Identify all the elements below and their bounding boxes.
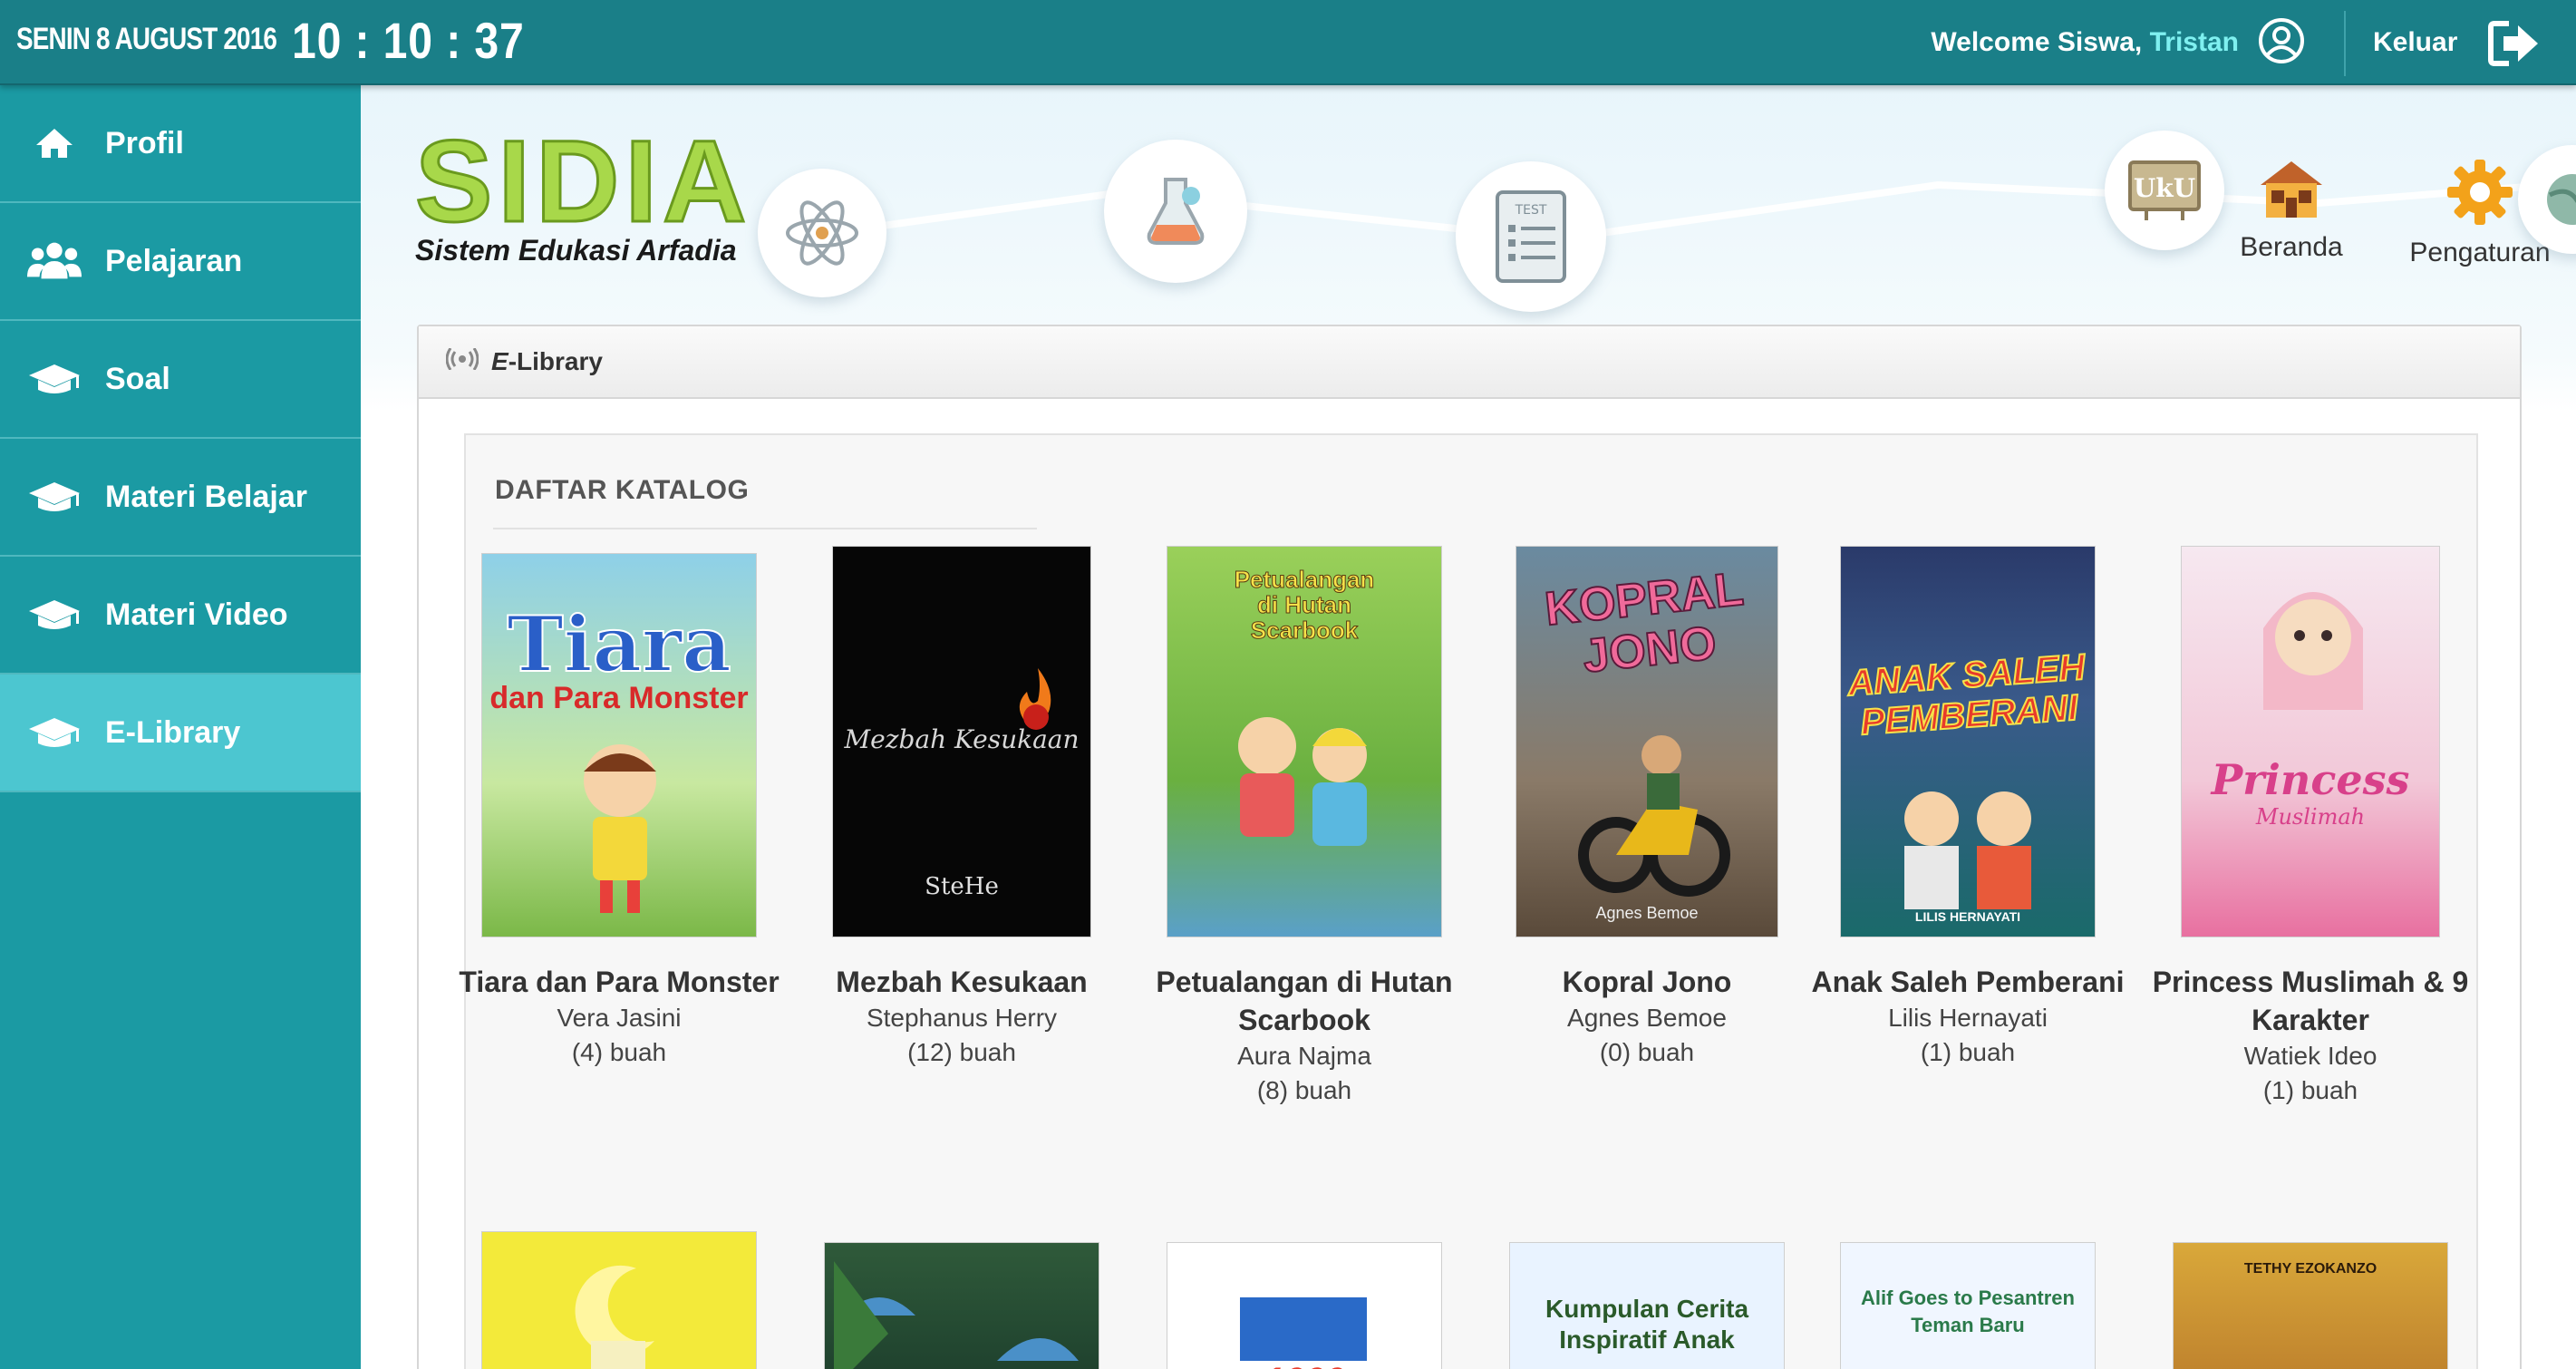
beranda-label: Beranda [2240, 232, 2343, 262]
book-cover[interactable]: Alif Goes to Pesantren Teman Baru [1840, 1242, 2096, 1369]
sidebar-item-materi-video[interactable]: Materi Video [0, 557, 361, 675]
panel-title: E-Library [491, 347, 603, 375]
book-author: Lilis Hernayati [1888, 1004, 2048, 1032]
book-card[interactable] [456, 1231, 782, 1369]
header-divider [2344, 11, 2346, 76]
book-cover[interactable]: Tiara dan Para Monster [481, 553, 757, 937]
book-cover[interactable]: Petualangan di Hutan Scarbook [1167, 546, 1442, 937]
book-cover[interactable]: 1000 [1167, 1242, 1442, 1369]
e-library-panel: E-Library DAFTAR KATALOG Tiara dan Para … [417, 325, 2522, 1369]
clock: 10 : 10 : 37 [292, 12, 525, 69]
book-title: Mezbah Kesukaan [836, 966, 1088, 998]
book-author: Vera Jasini [557, 1004, 682, 1032]
book-author: Aura Najma [1237, 1042, 1371, 1070]
atom-icon[interactable] [758, 169, 886, 297]
sidebar-item-label: Soal [105, 361, 170, 396]
book-title: Princess Muslimah & 9 Karakter [2152, 966, 2469, 1036]
book-quantity: (8) buah [1256, 1076, 1352, 1104]
book-author: Watiek Ideo [2243, 1042, 2377, 1070]
sidebar: Profil Pelajaran Soal Materi Belajar Mat… [0, 85, 361, 1369]
book-card[interactable] [799, 1242, 1125, 1369]
uku-board-icon[interactable]: UkU [2105, 131, 2224, 250]
book-card[interactable]: Petualangan di Hutan Scarbook Petualanga… [1141, 546, 1467, 1108]
home-icon [27, 121, 82, 166]
sidebar-item-materi-belajar[interactable]: Materi Belajar [0, 439, 361, 557]
logo[interactable]: SIDIA Sistem Edukasi Arfadia [413, 117, 752, 267]
book-card[interactable]: Tiara dan Para Monster Tiara dan Para Mo… [456, 553, 782, 1070]
book-cover[interactable] [824, 1242, 1099, 1369]
logout-icon[interactable] [2487, 18, 2542, 69]
gear-icon [2447, 160, 2513, 225]
logout-button[interactable]: Keluar [2373, 27, 2457, 58]
logo-subtitle: Sistem Edukasi Arfadia [415, 234, 737, 267]
book-cover[interactable]: Kumpulan Cerita Inspiratif Anak [1509, 1242, 1785, 1369]
book-cover[interactable] [481, 1231, 757, 1369]
graduation-cap-icon [27, 356, 82, 402]
book-card[interactable]: Princess Muslimah Princess Muslimah & 9 … [2147, 546, 2474, 1108]
book-author: Agnes Bemoe [1567, 1004, 1727, 1032]
book-card[interactable]: 1000 [1141, 1242, 1467, 1369]
users-icon [27, 238, 82, 284]
sidebar-item-soal[interactable]: Soal [0, 321, 361, 439]
book-title: Petualangan di Hutan Scarbook [1156, 966, 1453, 1036]
panel-header: E-Library [419, 326, 2520, 399]
welcome-text: Welcome Siswa, Tristan [1931, 27, 2239, 58]
sidebar-item-pelajaran[interactable]: Pelajaran [0, 203, 361, 321]
book-quantity: (1) buah [2262, 1076, 2358, 1104]
sidebar-item-label: Materi Belajar [105, 479, 307, 514]
sidebar-item-label: Profil [105, 125, 184, 160]
book-cover[interactable]: TETHY EZOKANZO [2173, 1242, 2448, 1369]
book-card[interactable]: TETHY EZOKANZO [2147, 1242, 2474, 1369]
logo-title: SIDIA [413, 117, 752, 247]
sidebar-item-label: Materi Video [105, 597, 288, 632]
house-icon [2261, 161, 2322, 218]
book-quantity: (1) buah [1920, 1038, 2016, 1066]
book-quantity: (0) buah [1599, 1038, 1695, 1066]
graduation-cap-icon [27, 710, 82, 755]
book-title: Kopral Jono [1562, 966, 1732, 998]
catalog-heading: DAFTAR KATALOG [495, 475, 750, 505]
lab-flask-icon[interactable] [1104, 140, 1247, 283]
user-icon[interactable] [2257, 16, 2306, 65]
book-author: Stephanus Herry [866, 1004, 1058, 1032]
welcome-prefix: Welcome Siswa, [1931, 27, 2143, 57]
svg-text:TEST: TEST [1515, 203, 1547, 218]
book-card[interactable]: ANAK SALEH PEMBERANI LILIS HERNAYATI Ana… [1805, 546, 2131, 1070]
book-cover[interactable]: KOPRAL JONO Agnes Bemoe [1516, 546, 1778, 937]
book-card[interactable]: Kumpulan Cerita Inspiratif Anak [1484, 1242, 1810, 1369]
book-title: Tiara dan Para Monster [459, 966, 780, 998]
svg-text:UkU: UkU [2134, 173, 2195, 203]
graduation-cap-icon [27, 474, 82, 519]
sidebar-item-profil[interactable]: Profil [0, 85, 361, 203]
book-card[interactable]: KOPRAL JONO Agnes Bemoe Kopral Jono Agne… [1484, 546, 1810, 1070]
main-content: SIDIA Sistem Edukasi Arfadia TEST UkU Be… [361, 85, 2576, 1369]
beranda-link[interactable]: Beranda [2224, 156, 2358, 263]
top-bar: SENIN 8 AUGUST 2016 10 : 10 : 37 Welcome… [0, 0, 2576, 85]
book-cover[interactable]: ANAK SALEH PEMBERANI LILIS HERNAYATI [1840, 546, 2096, 937]
current-date: SENIN 8 AUGUST 2016 [16, 22, 277, 56]
sidebar-item-label: E-Library [105, 714, 241, 750]
book-card[interactable]: Alif Goes to Pesantren Teman Baru [1805, 1242, 2131, 1369]
username[interactable]: Tristan [2150, 27, 2239, 57]
test-sheet-icon[interactable]: TEST [1456, 161, 1606, 312]
catalog-divider [493, 528, 1037, 529]
book-cover[interactable]: Mezbah Kesukaan SteHe [832, 546, 1091, 937]
graduation-cap-icon [27, 592, 82, 637]
sidebar-item-label: Pelajaran [105, 243, 243, 278]
signal-icon [445, 347, 479, 376]
book-title: Anak Saleh Pemberani [1811, 966, 2125, 998]
catalog-section: DAFTAR KATALOG Tiara dan Para Monster Ti… [459, 433, 2478, 1369]
book-cover[interactable]: Princess Muslimah [2181, 546, 2440, 937]
book-quantity: (12) buah [907, 1038, 1016, 1066]
book-card[interactable]: Mezbah Kesukaan SteHe Mezbah Kesukaan St… [799, 546, 1125, 1070]
sidebar-item-e-library[interactable]: E-Library [0, 675, 361, 792]
book-quantity: (4) buah [571, 1038, 667, 1066]
